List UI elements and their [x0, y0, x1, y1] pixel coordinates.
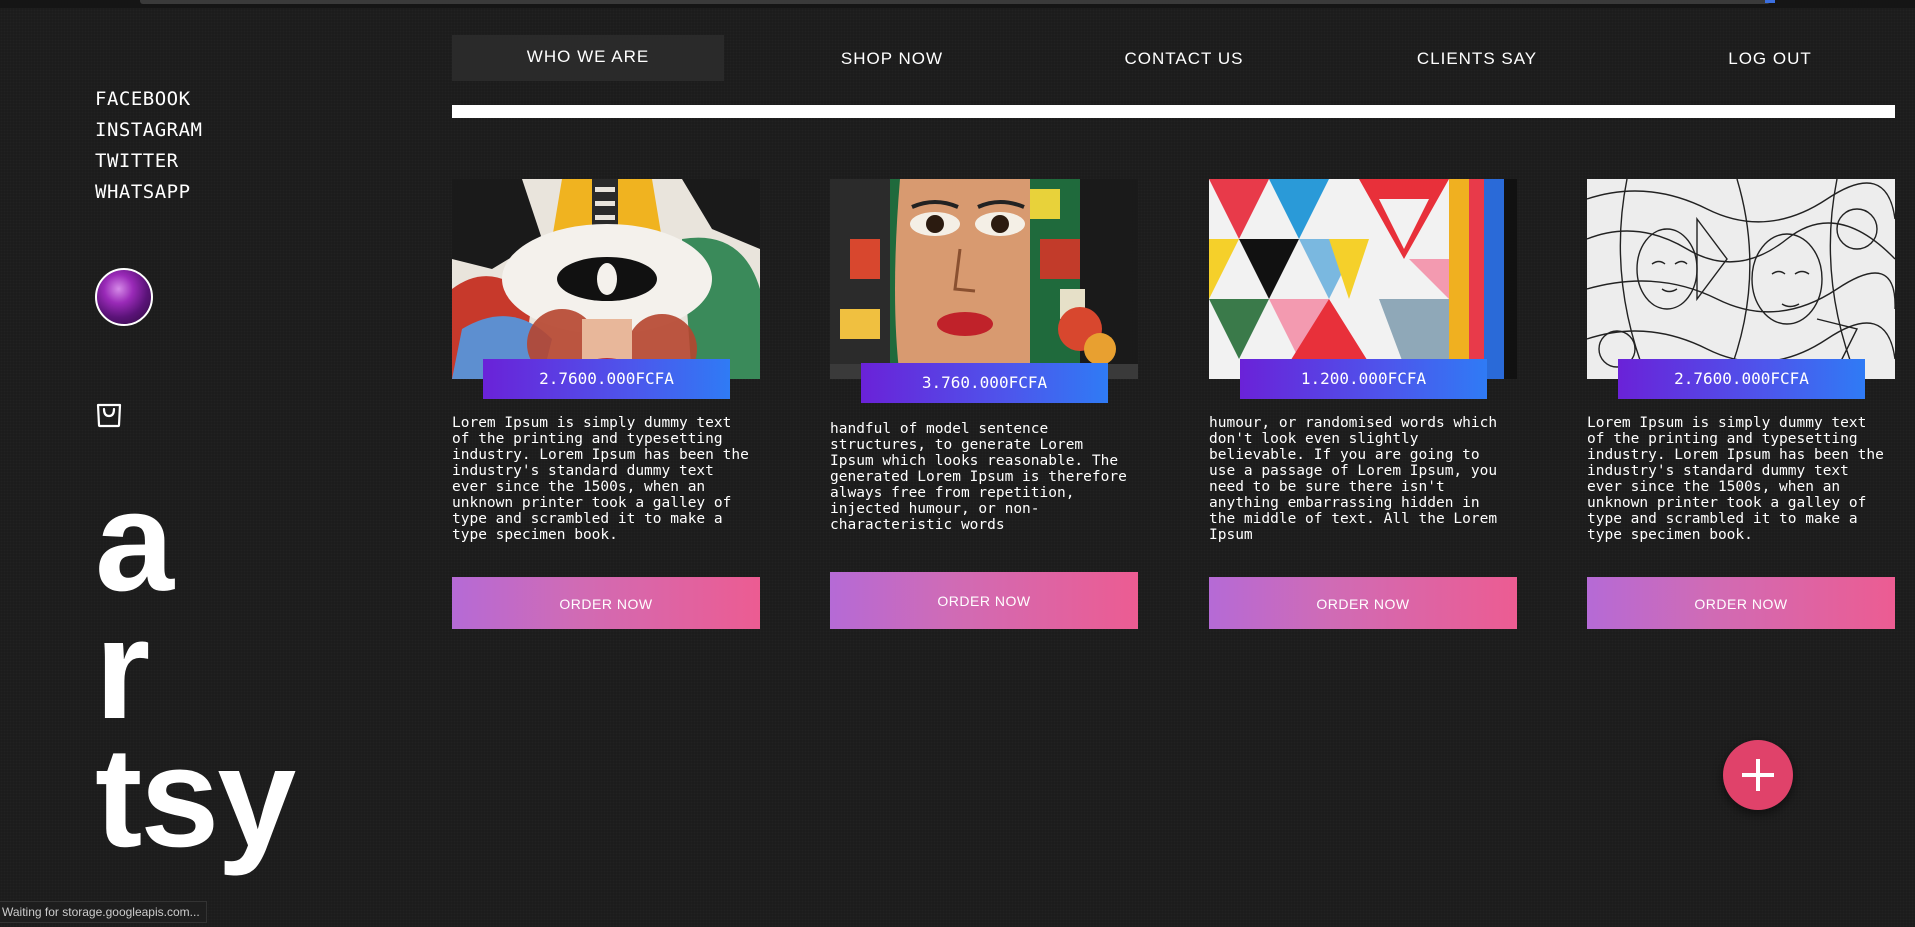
- product-description: handful of model sentence structures, to…: [830, 421, 1127, 533]
- product-description: humour, or randomised words which don't …: [1209, 415, 1498, 543]
- brand-letter-r: r: [95, 590, 150, 749]
- product-card: 1.200.000FCFA humour, or randomised word…: [1209, 179, 1517, 629]
- product-card: 3.760.000FCFA handful of model sentence …: [830, 179, 1138, 629]
- shopping-bag-icon[interactable]: [95, 398, 123, 428]
- nav-contact-us[interactable]: CONTACT US: [1064, 35, 1304, 81]
- social-link-twitter[interactable]: TWITTER: [95, 146, 202, 177]
- order-now-button[interactable]: ORDER NOW: [1209, 577, 1517, 629]
- add-fab-plus-icon[interactable]: [1723, 740, 1793, 810]
- order-now-button[interactable]: ORDER NOW: [830, 572, 1138, 629]
- product-description: Lorem Ipsum is simply dummy text of the …: [452, 415, 749, 543]
- avatar[interactable]: [95, 268, 153, 326]
- social-links: FACEBOOK INSTAGRAM TWITTER WHATSAPP: [95, 84, 202, 208]
- order-now-button[interactable]: ORDER NOW: [452, 577, 760, 629]
- price-badge: 1.200.000FCFA: [1240, 359, 1487, 399]
- social-link-instagram[interactable]: INSTAGRAM: [95, 115, 202, 146]
- nav-who-we-are[interactable]: WHO WE ARE: [452, 35, 724, 81]
- nav-log-out[interactable]: LOG OUT: [1650, 35, 1890, 81]
- social-link-whatsapp[interactable]: WHATSAPP: [95, 177, 202, 208]
- main-nav: WHO WE ARE SHOP NOW CONTACT US CLIENTS S…: [452, 35, 1895, 81]
- price-badge: 2.7600.000FCFA: [1618, 359, 1865, 399]
- tab-bar: [140, 0, 1770, 4]
- brand-letter-a: a: [95, 462, 174, 621]
- product-card: 2.7600.000FCFA Lorem Ipsum is simply dum…: [1587, 179, 1895, 629]
- nav-divider: [452, 105, 1895, 118]
- nav-shop-now[interactable]: SHOP NOW: [772, 35, 1012, 81]
- product-image-eye-mural[interactable]: [452, 179, 760, 379]
- order-now-button[interactable]: ORDER NOW: [1587, 577, 1895, 629]
- social-link-facebook[interactable]: FACEBOOK: [95, 84, 202, 115]
- browser-top-strip: [0, 0, 1915, 8]
- price-badge: 3.760.000FCFA: [861, 363, 1108, 403]
- tab-indicator: [1765, 0, 1775, 3]
- brand-logo: a r tsy: [95, 462, 296, 877]
- brand-letters-tsy: tsy: [95, 718, 296, 877]
- product-image-line-drawing[interactable]: [1587, 179, 1895, 379]
- nav-clients-say[interactable]: CLIENTS SAY: [1357, 35, 1597, 81]
- browser-status-bar: Waiting for storage.googleapis.com...: [0, 901, 207, 923]
- product-image-face-mural[interactable]: [830, 179, 1138, 379]
- product-card: 2.7600.000FCFA Lorem Ipsum is simply dum…: [452, 179, 760, 629]
- price-badge: 2.7600.000FCFA: [483, 359, 730, 399]
- product-description: Lorem Ipsum is simply dummy text of the …: [1587, 415, 1884, 543]
- product-image-geometric-mural[interactable]: [1209, 179, 1517, 379]
